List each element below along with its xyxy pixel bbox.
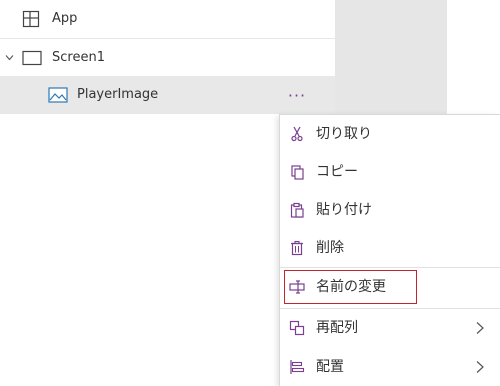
menu-item-align[interactable]: 配置 — [280, 348, 500, 386]
menu-item-label: 再配列 — [316, 320, 358, 336]
reorder-icon — [289, 320, 305, 336]
menu-item-label: 切り取り — [316, 126, 372, 142]
chevron-down-icon[interactable] — [5, 53, 14, 62]
menu-item-delete[interactable]: 削除 — [280, 229, 500, 267]
tree-item-label: PlayerImage — [77, 87, 159, 102]
image-icon — [48, 87, 68, 103]
app-grid-icon — [22, 10, 40, 28]
rename-icon — [289, 280, 305, 294]
menu-item-reorder[interactable]: 再配列 — [280, 309, 500, 347]
menu-item-label: コピー — [316, 164, 358, 180]
context-menu: 切り取り コピー 貼り付け 削除 名前の変更 再配列 配置 — [279, 114, 500, 386]
chevron-right-icon — [476, 361, 484, 373]
menu-item-copy[interactable]: コピー — [280, 153, 500, 191]
tree-item-screen1[interactable]: Screen1 — [0, 38, 335, 76]
tree-item-label: App — [52, 11, 78, 26]
cut-icon — [291, 126, 303, 142]
menu-item-label: 配置 — [316, 359, 344, 375]
more-options-button[interactable]: ··· — [279, 76, 315, 114]
menu-item-label: 名前の変更 — [316, 279, 386, 295]
menu-item-rename[interactable]: 名前の変更 — [280, 268, 500, 306]
copy-icon — [291, 165, 304, 180]
menu-item-cut[interactable]: 切り取り — [280, 115, 500, 153]
delete-icon — [291, 240, 303, 256]
align-icon — [290, 360, 305, 374]
screen-icon — [22, 50, 42, 66]
menu-item-label: 貼り付け — [316, 202, 372, 218]
chevron-right-icon — [476, 322, 484, 334]
menu-item-label: 削除 — [316, 240, 344, 256]
menu-item-paste[interactable]: 貼り付け — [280, 191, 500, 229]
tree-item-label: Screen1 — [52, 50, 105, 65]
tree-item-app[interactable]: App — [0, 0, 335, 38]
paste-icon — [290, 202, 304, 218]
